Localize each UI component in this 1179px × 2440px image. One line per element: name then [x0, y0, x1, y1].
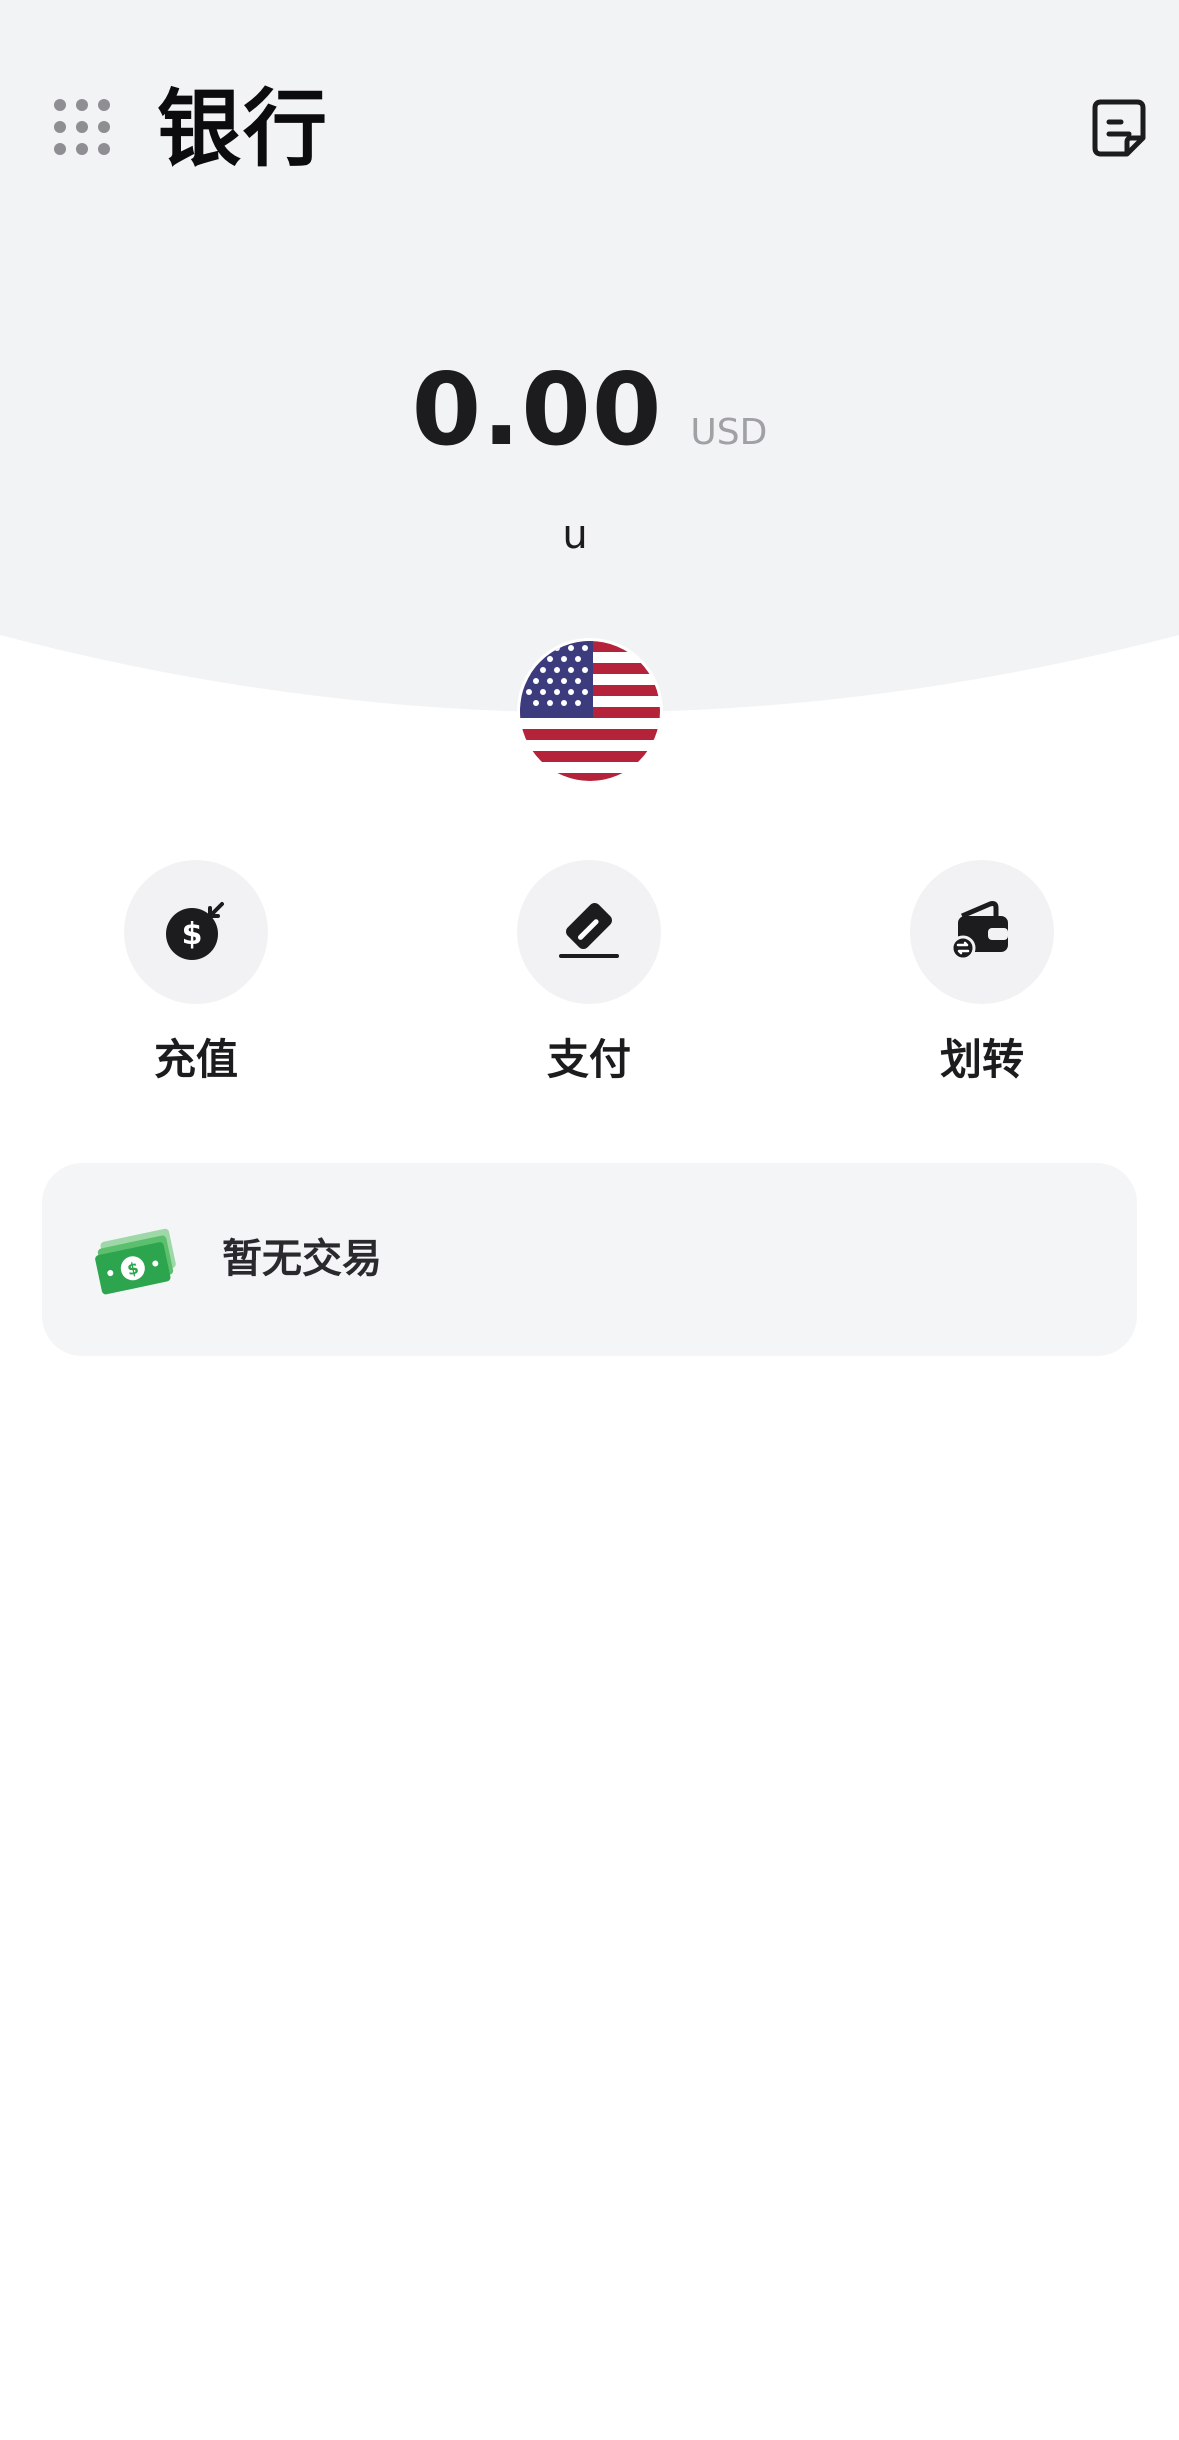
pay-card-icon: [557, 898, 621, 966]
recharge-icon-circle: $: [124, 860, 268, 1004]
balance-row: 0.00 USD: [0, 345, 1179, 475]
pay-label: 支付: [546, 1035, 631, 1084]
money-stack-icon: $: [92, 1213, 184, 1305]
dollar-bag-icon: $: [164, 898, 228, 966]
transfer-button[interactable]: 划转: [882, 860, 1082, 1090]
grid-dots-icon[interactable]: [52, 97, 112, 157]
us-flag-icon[interactable]: [517, 638, 663, 784]
account-name: u: [562, 512, 588, 558]
pay-icon-circle: [517, 860, 661, 1004]
balance-amount: 0.00: [411, 351, 663, 468]
statement-icon[interactable]: [1091, 98, 1147, 158]
wallet-transfer-icon: [950, 898, 1014, 966]
transfer-label: 划转: [939, 1035, 1024, 1084]
empty-transactions-text: 暂无交易: [222, 1236, 382, 1282]
svg-text:$: $: [182, 917, 203, 952]
recharge-label: 充值: [153, 1035, 238, 1084]
transfer-icon-circle: [910, 860, 1054, 1004]
balance-currency: USD: [690, 412, 768, 453]
page-title: 银行: [157, 80, 330, 178]
recharge-button[interactable]: $ 充值: [96, 860, 296, 1090]
pay-button[interactable]: 支付: [489, 860, 689, 1090]
transactions-card: $ 暂无交易: [42, 1163, 1137, 1356]
